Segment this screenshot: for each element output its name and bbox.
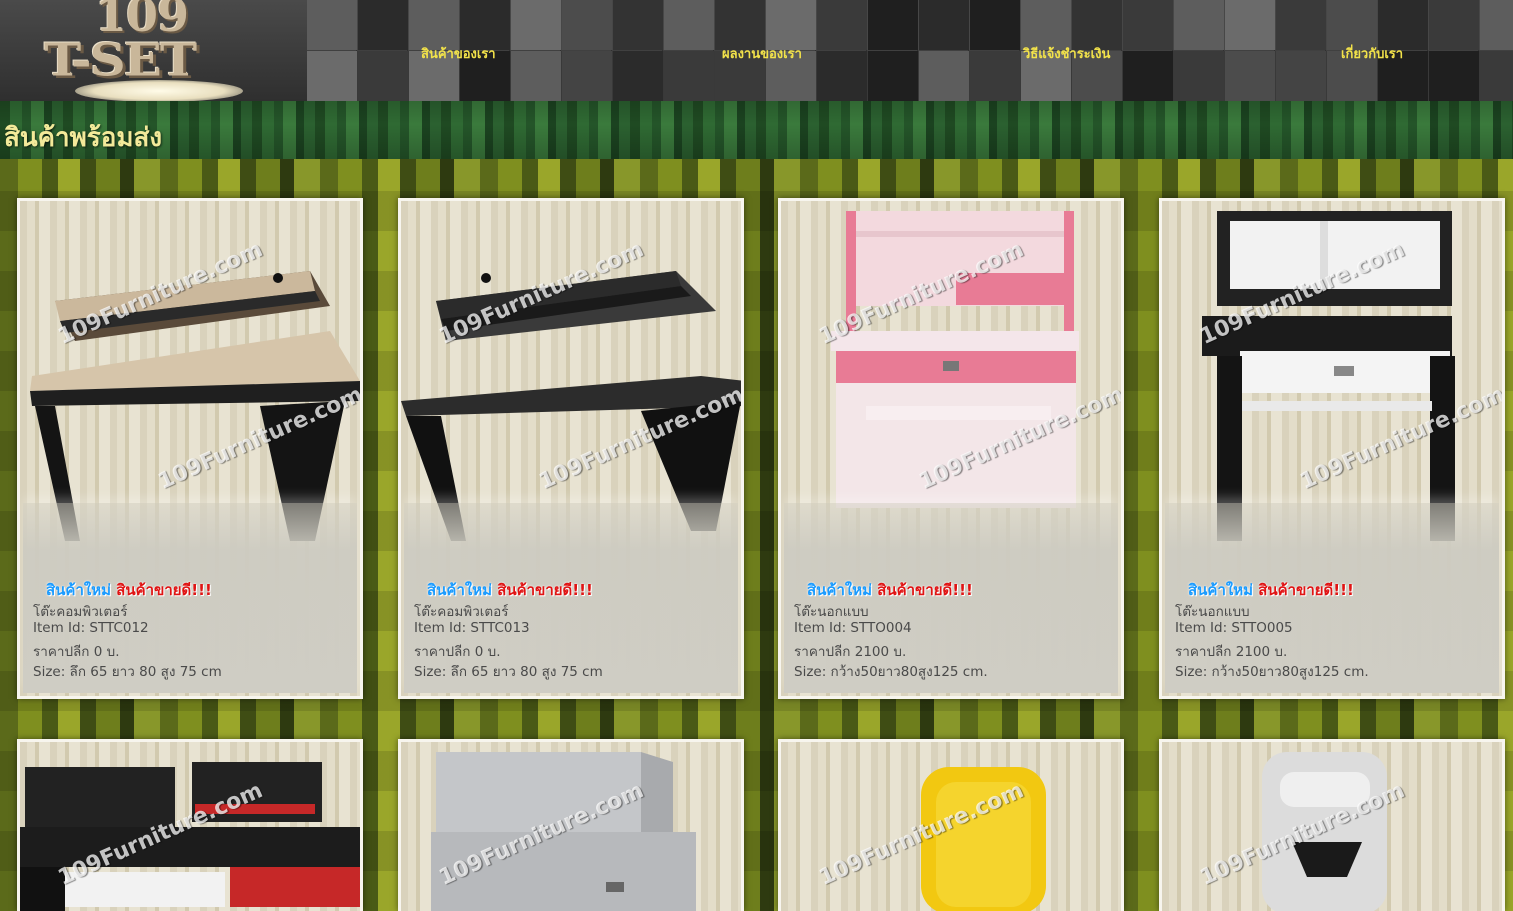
product-info: สินค้าใหม่ สินค้าขายดี!!! โต๊ะคอมพิวเตอร…	[23, 503, 357, 693]
product-name: โต๊ะคอมพิวเตอร์	[414, 604, 509, 620]
product-badges: สินค้าใหม่ สินค้าขายดี!!!	[427, 578, 593, 602]
header-tile	[1276, 51, 1326, 101]
product-size: Size: ลึก 65 ยาว 80 สูง 75 cm	[33, 664, 222, 680]
product-size: Size: ลึก 65 ยาว 80 สูง 75 cm	[414, 664, 603, 680]
logo-word: T-SET	[44, 32, 197, 87]
product-card[interactable]: 109Furniture.com	[398, 739, 744, 911]
header-tile	[562, 51, 612, 101]
header-tile	[817, 0, 867, 50]
product-card[interactable]: 109Furniture.com 109Furniture.com สินค้า…	[398, 198, 744, 699]
header-tile	[1429, 0, 1479, 50]
new-badge: สินค้าใหม่	[807, 581, 872, 599]
product-badges: สินค้าใหม่ สินค้าขายดี!!!	[807, 578, 973, 602]
product-card[interactable]: 109Furniture.com 109Furniture.com สินค้า…	[1159, 198, 1505, 699]
header-tile	[511, 0, 561, 50]
page-title: สินค้าพร้อมส่ง	[4, 123, 163, 153]
header-tile	[1174, 0, 1224, 50]
product-card[interactable]: 109Furniture.com	[1159, 739, 1505, 911]
header-tile	[919, 51, 969, 101]
nav-payment-method[interactable]: วิธีแจ้งชำระเงิน	[1023, 43, 1110, 64]
product-price: ราคาปลีก 0 บ.	[33, 644, 120, 660]
header-tile	[307, 51, 357, 101]
best-seller-badge: สินค้าขายดี!!!	[877, 581, 973, 599]
header-tile	[817, 51, 867, 101]
header-tile	[970, 51, 1020, 101]
header-tile	[1225, 0, 1275, 50]
product-name: โต๊ะนอกแบบ	[1175, 604, 1250, 620]
header-tile	[1123, 51, 1173, 101]
product-item-id: Item Id: STTC013	[414, 620, 530, 636]
header-tile	[613, 0, 663, 50]
product-card[interactable]: 109Furniture.com 109Furniture.com สินค้า…	[17, 198, 363, 699]
header-tile	[664, 0, 714, 50]
header-tile	[613, 51, 663, 101]
best-seller-badge: สินค้าขายดี!!!	[497, 581, 593, 599]
product-item-id: Item Id: STTO005	[1175, 620, 1293, 636]
header-tile	[1429, 51, 1479, 101]
product-info: สินค้าใหม่ สินค้าขายดี!!! โต๊ะคอมพิวเตอร…	[404, 503, 738, 693]
product-badges: สินค้าใหม่ สินค้าขายดี!!!	[46, 578, 212, 602]
title-band	[0, 101, 1513, 159]
product-card[interactable]: 109Furniture.com 109Furniture.com สินค้า…	[778, 198, 1124, 699]
product-name: โต๊ะคอมพิวเตอร์	[33, 604, 128, 620]
product-item-id: Item Id: STTO004	[794, 620, 912, 636]
header-tile	[1480, 51, 1513, 101]
header-tile	[868, 0, 918, 50]
site-header: 109 T-SET สินค้าของเรา ผลงานของเรา วิธีแ…	[0, 0, 1513, 101]
site-logo[interactable]: 109 T-SET	[0, 0, 307, 101]
product-card[interactable]: 109Furniture.com	[17, 739, 363, 911]
header-tile	[664, 51, 714, 101]
header-tile	[868, 51, 918, 101]
nav-our-works[interactable]: ผลงานของเรา	[722, 43, 802, 64]
header-tile	[970, 0, 1020, 50]
product-price: ราคาปลีก 2100 บ.	[1175, 644, 1288, 660]
product-price: ราคาปลีก 2100 บ.	[794, 644, 907, 660]
header-tile	[511, 51, 561, 101]
new-badge: สินค้าใหม่	[1188, 581, 1253, 599]
header-tile	[358, 0, 408, 50]
best-seller-badge: สินค้าขายดี!!!	[1258, 581, 1354, 599]
new-badge: สินค้าใหม่	[427, 581, 492, 599]
header-tile	[307, 0, 357, 50]
new-badge: สินค้าใหม่	[46, 581, 111, 599]
product-info: สินค้าใหม่ สินค้าขายดี!!! โต๊ะนอกแบบ Ite…	[784, 503, 1118, 693]
product-name: โต๊ะนอกแบบ	[794, 604, 869, 620]
header-tile	[1174, 51, 1224, 101]
header-tile	[1225, 51, 1275, 101]
header-tile	[358, 51, 408, 101]
header-tile	[1480, 0, 1513, 50]
header-tile	[1276, 0, 1326, 50]
nav-our-products[interactable]: สินค้าของเรา	[421, 43, 496, 64]
best-seller-badge: สินค้าขายดี!!!	[116, 581, 212, 599]
header-tile	[1123, 0, 1173, 50]
product-price: ราคาปลีก 0 บ.	[414, 644, 501, 660]
product-card[interactable]: 109Furniture.com	[778, 739, 1124, 911]
nav-about-us[interactable]: เกี่ยวกับเรา	[1341, 43, 1403, 64]
product-size: Size: กว้าง50ยาว80สูง125 cm.	[794, 664, 988, 680]
header-tile	[562, 0, 612, 50]
product-size: Size: กว้าง50ยาว80สูง125 cm.	[1175, 664, 1369, 680]
product-badges: สินค้าใหม่ สินค้าขายดี!!!	[1188, 578, 1354, 602]
product-info: สินค้าใหม่ สินค้าขายดี!!! โต๊ะนอกแบบ Ite…	[1165, 503, 1499, 693]
product-item-id: Item Id: STTC012	[33, 620, 149, 636]
header-tile	[919, 0, 969, 50]
